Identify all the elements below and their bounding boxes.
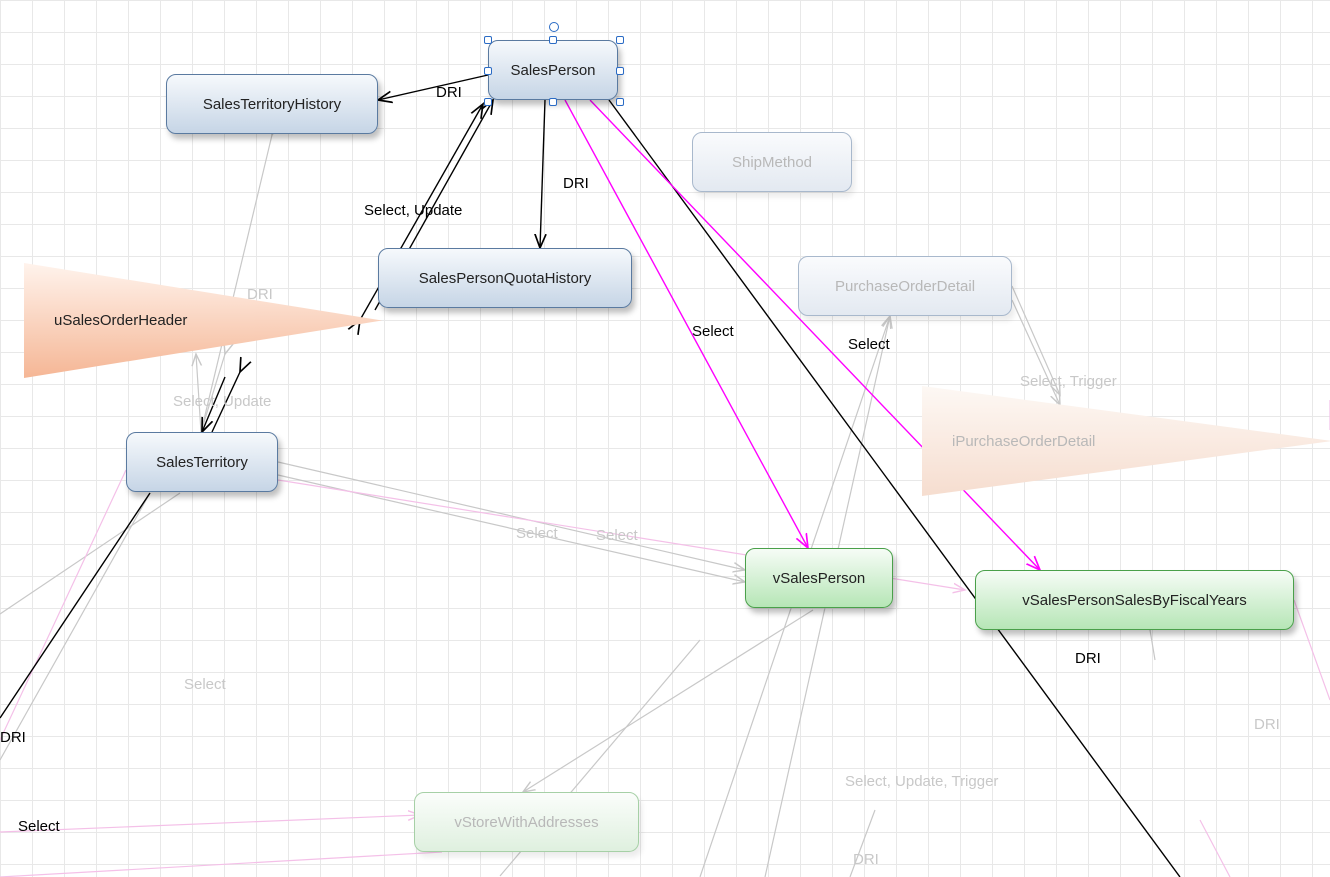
resize-handle[interactable] (616, 36, 624, 44)
resize-handle[interactable] (484, 36, 492, 44)
node-label: SalesPerson (510, 62, 595, 79)
edge-label: Select (516, 525, 558, 542)
node-purchase-order-detail[interactable]: PurchaseOrderDetail (798, 256, 1012, 316)
node-label: iPurchaseOrderDetail (952, 433, 1095, 450)
node-usalesorderheader[interactable]: uSalesOrderHeader (24, 263, 382, 378)
node-label: uSalesOrderHeader (54, 312, 187, 329)
edge-label: Select, Update (173, 393, 271, 410)
node-label: vSalesPersonSalesByFiscalYears (1022, 592, 1247, 609)
edge-label: DRI (853, 851, 879, 868)
resize-handle[interactable] (549, 98, 557, 106)
resize-handle[interactable] (616, 67, 624, 75)
node-sales-person-quota-history[interactable]: SalesPersonQuotaHistory (378, 248, 632, 308)
node-label: vSalesPerson (773, 570, 866, 587)
edge-label: Select, Trigger (1020, 373, 1117, 390)
edge-label: Select (848, 336, 890, 353)
edge-label: Select, Update (364, 202, 462, 219)
node-ipurchaseorderdetail[interactable]: iPurchaseOrderDetail (922, 386, 1330, 496)
edge-label: DRI (1075, 650, 1101, 667)
node-sales-territory-history[interactable]: SalesTerritoryHistory (166, 74, 378, 134)
edge-label: DRI (436, 84, 462, 101)
node-vsalespersonsalesbyfiscalyears[interactable]: vSalesPersonSalesByFiscalYears (975, 570, 1294, 630)
edge-label: Select (692, 323, 734, 340)
node-label: SalesTerritory (156, 454, 248, 471)
edge-label: DRI (563, 175, 589, 192)
edge-label: Select (596, 527, 638, 544)
edge-label: Select (184, 676, 226, 693)
edge-label: Select (18, 818, 60, 835)
edge-label: DRI (0, 729, 26, 746)
node-label: ShipMethod (732, 154, 812, 171)
edge-label: DRI (1254, 716, 1280, 733)
node-label: vStoreWithAddresses (454, 814, 598, 831)
resize-handle[interactable] (484, 67, 492, 75)
resize-handle[interactable] (484, 98, 492, 106)
node-salesperson[interactable]: SalesPerson (488, 40, 618, 100)
node-label: SalesTerritoryHistory (203, 96, 341, 113)
diagram-canvas[interactable]: SalesPerson SalesTerritoryHistory SalesP… (0, 0, 1330, 877)
resize-handle[interactable] (616, 98, 624, 106)
node-vsalesperson[interactable]: vSalesPerson (745, 548, 893, 608)
node-label: SalesPersonQuotaHistory (419, 270, 592, 287)
resize-handle[interactable] (549, 36, 557, 44)
rotate-handle[interactable] (549, 22, 559, 32)
node-vstorewithaddresses[interactable]: vStoreWithAddresses (414, 792, 639, 852)
node-label: PurchaseOrderDetail (835, 278, 975, 295)
node-sales-territory[interactable]: SalesTerritory (126, 432, 278, 492)
node-ship-method[interactable]: ShipMethod (692, 132, 852, 192)
edge-label: Select, Update, Trigger (845, 773, 998, 790)
